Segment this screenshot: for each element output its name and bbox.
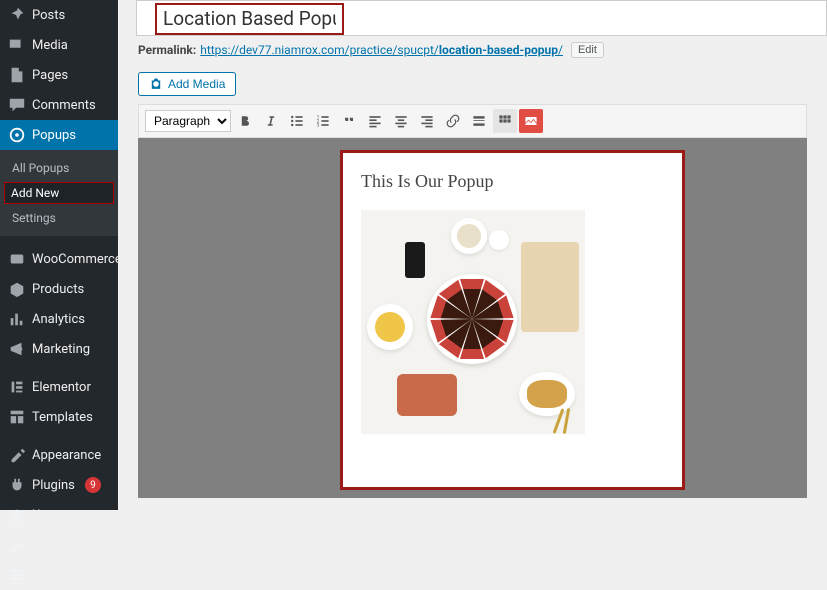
menu-label: Products	[32, 282, 84, 297]
editor-area: Add Media Paragraph 123 This Is Our Popu…	[118, 64, 827, 510]
menu-label: Posts	[32, 8, 65, 23]
phone-icon	[405, 242, 425, 278]
marketing-icon	[8, 340, 26, 358]
meat-icon	[397, 374, 457, 416]
format-select[interactable]: Paragraph	[145, 110, 231, 132]
food-cup-icon	[489, 230, 509, 250]
menu-item-elementor[interactable]: Elementor	[0, 372, 118, 402]
menu-item-templates[interactable]: Templates	[0, 402, 118, 432]
align-center-button[interactable]	[389, 109, 413, 133]
link-button[interactable]	[441, 109, 465, 133]
users-icon	[8, 506, 26, 524]
popups-icon	[8, 126, 26, 144]
popups-submenu: All Popups Add New Settings	[0, 150, 118, 236]
add-media-button[interactable]: Add Media	[138, 72, 236, 96]
submenu-settings[interactable]: Settings	[0, 206, 118, 230]
edit-permalink-button[interactable]: Edit	[571, 42, 604, 58]
menu-label: Tools	[32, 538, 64, 553]
add-media-label: Add Media	[168, 77, 225, 91]
elementor-icon	[8, 378, 26, 396]
menu-label: Plugins	[32, 478, 75, 493]
templates-icon	[8, 408, 26, 426]
read-more-button[interactable]	[467, 109, 491, 133]
menu-label: Pages	[32, 68, 68, 83]
media-add-icon	[149, 77, 163, 91]
menu-item-pages[interactable]: Pages	[0, 60, 118, 90]
food-bowl-icon	[451, 218, 487, 254]
list-ul-button[interactable]	[285, 109, 309, 133]
admin-sidebar: Posts Media Pages Comments Popups All Po…	[0, 0, 118, 510]
permalink-row: Permalink: https://dev77.niamrox.com/pra…	[118, 36, 827, 64]
popup-preview-frame: This Is Our Popup	[340, 150, 685, 490]
post-title-input[interactable]	[157, 5, 342, 31]
appearance-icon	[8, 446, 26, 464]
menu-label: Analytics	[32, 312, 85, 327]
juice-bowl-icon	[367, 304, 413, 350]
menu-item-analytics[interactable]: Analytics	[0, 304, 118, 334]
menu-item-marketing[interactable]: Marketing	[0, 334, 118, 364]
media-icon	[8, 36, 26, 54]
menu-item-appearance[interactable]: Appearance	[0, 440, 118, 470]
editor-toolbar: Paragraph 123	[138, 104, 807, 138]
analytics-icon	[8, 310, 26, 328]
permalink-slug: location-based-popup	[439, 43, 558, 57]
menu-label: Comments	[32, 98, 96, 113]
popup-heading: This Is Our Popup	[361, 171, 664, 192]
bold-button[interactable]	[233, 109, 257, 133]
menu-label: Templates	[32, 410, 93, 425]
plugins-update-badge: 9	[85, 477, 101, 493]
menu-item-woocommerce[interactable]: WooCommerce	[0, 244, 118, 274]
breadsticks-icon	[551, 408, 581, 428]
permalink-link[interactable]: https://dev77.niamrox.com/practice/spucp…	[200, 43, 563, 57]
menu-item-products[interactable]: Products	[0, 274, 118, 304]
plugins-icon	[8, 476, 26, 494]
page-icon	[8, 66, 26, 84]
popup-shortcode-button[interactable]	[519, 109, 543, 133]
comment-icon	[8, 96, 26, 114]
cutting-board-icon	[521, 242, 579, 332]
menu-item-settings[interactable]: Settings	[0, 560, 118, 590]
menu-label: Media	[32, 38, 68, 53]
title-highlight-box	[155, 3, 344, 35]
align-left-button[interactable]	[363, 109, 387, 133]
menu-item-tools[interactable]: Tools	[0, 530, 118, 560]
toolbar-toggle-button[interactable]	[493, 109, 517, 133]
cake-plate-icon	[427, 274, 517, 364]
menu-label: Appearance	[32, 448, 101, 463]
menu-item-popups[interactable]: Popups	[0, 120, 118, 150]
menu-label: Elementor	[32, 380, 91, 395]
permalink-label: Permalink:	[138, 43, 196, 57]
main-content: Permalink: https://dev77.niamrox.com/pra…	[118, 0, 827, 510]
tools-icon	[8, 536, 26, 554]
settings-icon	[8, 566, 26, 584]
italic-button[interactable]	[259, 109, 283, 133]
pin-icon	[8, 6, 26, 24]
menu-item-comments[interactable]: Comments	[0, 90, 118, 120]
menu-item-plugins[interactable]: Plugins 9	[0, 470, 118, 500]
permalink-base: https://dev77.niamrox.com/practice/spucp…	[200, 43, 439, 57]
svg-text:3: 3	[317, 123, 320, 129]
list-ol-button[interactable]: 123	[311, 109, 335, 133]
menu-item-users[interactable]: Users	[0, 500, 118, 530]
popup-image	[361, 210, 585, 434]
permalink-trail: /	[558, 43, 563, 57]
menu-label: Marketing	[32, 342, 90, 357]
submenu-add-new[interactable]: Add New	[4, 182, 114, 204]
menu-item-posts[interactable]: Posts	[0, 0, 118, 30]
blockquote-button[interactable]	[337, 109, 361, 133]
menu-label: Settings	[32, 568, 79, 583]
editor-canvas[interactable]: This Is Our Popup	[138, 138, 807, 498]
submenu-all-popups[interactable]: All Popups	[0, 156, 118, 180]
menu-item-media[interactable]: Media	[0, 30, 118, 60]
woocommerce-icon	[8, 250, 26, 268]
align-right-button[interactable]	[415, 109, 439, 133]
menu-label: WooCommerce	[32, 252, 122, 267]
products-icon	[8, 280, 26, 298]
menu-label: Popups	[32, 128, 76, 143]
